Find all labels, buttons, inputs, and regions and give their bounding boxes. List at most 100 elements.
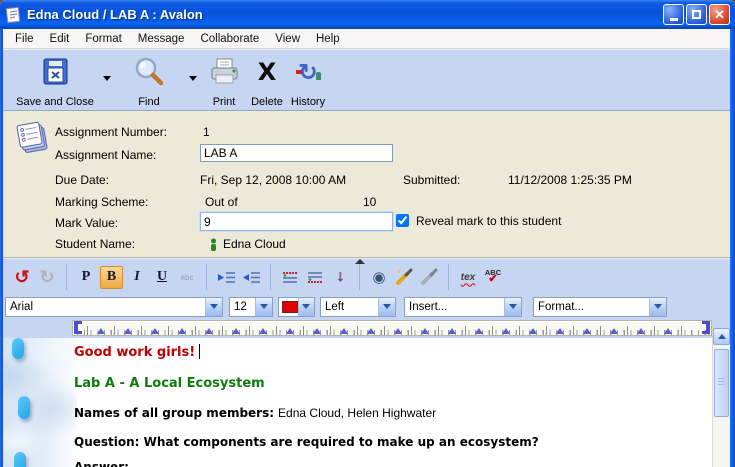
ruler-right-margin-marker[interactable] bbox=[702, 321, 710, 334]
stationery-capsule bbox=[12, 338, 24, 359]
ruler-left-margin-marker[interactable] bbox=[74, 321, 82, 334]
combo-arrow-icon[interactable] bbox=[504, 298, 521, 316]
window-title: Edna Cloud / LAB A : Avalon bbox=[27, 7, 661, 22]
save-and-close-button[interactable]: Save and Close bbox=[9, 54, 101, 108]
mark-value-input[interactable] bbox=[200, 212, 393, 231]
close-button[interactable]: ✕ bbox=[709, 4, 730, 25]
ruler-tabstop-marker[interactable] bbox=[367, 328, 375, 334]
ruler-tabstop-marker[interactable] bbox=[637, 328, 645, 334]
combo-arrow-icon[interactable] bbox=[255, 298, 272, 316]
ruler-tabstop-marker[interactable] bbox=[448, 328, 456, 334]
title-bar[interactable]: Edna Cloud / LAB A : Avalon ✕ bbox=[0, 0, 735, 29]
menu-view[interactable]: View bbox=[267, 31, 308, 47]
combo-arrow-icon[interactable] bbox=[298, 298, 314, 316]
answer-line: Answer: bbox=[74, 460, 129, 467]
insert-value: Insert... bbox=[405, 301, 504, 313]
assignment-name-input[interactable] bbox=[200, 144, 393, 162]
scrollbar-thumb[interactable] bbox=[714, 349, 729, 417]
spellcheck-button[interactable]: ABC ✔ bbox=[482, 265, 504, 289]
font-family-select[interactable]: Arial bbox=[5, 297, 223, 317]
ruler-tabstop-marker[interactable] bbox=[124, 328, 132, 334]
combo-arrow-icon[interactable] bbox=[205, 298, 222, 316]
ruler-tabstop-marker[interactable] bbox=[394, 328, 402, 334]
ruler-tabstop-marker[interactable] bbox=[610, 328, 618, 334]
save-and-close-label: Save and Close bbox=[16, 96, 94, 108]
indent-increase-icon bbox=[217, 270, 236, 285]
ruler-tabstop-marker[interactable] bbox=[340, 328, 348, 334]
ruler-tabstop-marker[interactable] bbox=[151, 328, 159, 334]
insert-line-below-button[interactable] bbox=[304, 265, 326, 289]
pane-splitter-arrow[interactable] bbox=[355, 259, 365, 264]
menu-format[interactable]: Format bbox=[77, 31, 129, 47]
reveal-mark-checkbox[interactable] bbox=[396, 214, 409, 227]
ruler-tabstop-marker[interactable] bbox=[664, 328, 672, 334]
indent-decrease-button[interactable] bbox=[240, 265, 262, 289]
copy-style-button[interactable] bbox=[393, 265, 415, 289]
copy-style-dropper-icon bbox=[395, 268, 413, 286]
menu-edit[interactable]: Edit bbox=[42, 31, 78, 47]
chevron-up-icon bbox=[718, 334, 726, 339]
font-color-select[interactable] bbox=[278, 297, 315, 317]
student-name-value[interactable]: Edna Cloud bbox=[223, 237, 286, 251]
menu-message[interactable]: Message bbox=[130, 31, 193, 47]
document-editor[interactable]: Good work girls! Lab A - A Local Ecosyst… bbox=[3, 338, 730, 467]
redo-button[interactable]: ↻ bbox=[36, 265, 58, 289]
ruler-tabstop-marker[interactable] bbox=[475, 328, 483, 334]
move-down-button[interactable]: ↓ bbox=[329, 265, 351, 289]
link-target-icon: ◉ bbox=[372, 268, 385, 286]
menu-file[interactable]: File bbox=[7, 31, 42, 47]
bold-button[interactable]: B bbox=[100, 266, 123, 289]
small-text-button[interactable]: abc bbox=[176, 265, 198, 289]
ruler-tabstop-marker[interactable] bbox=[421, 328, 429, 334]
find-menu-arrow[interactable] bbox=[189, 76, 197, 81]
vertical-scrollbar[interactable] bbox=[712, 328, 730, 467]
document-heading: Lab A - A Local Ecosystem bbox=[74, 376, 265, 391]
plain-style-button[interactable]: P bbox=[75, 265, 97, 289]
scroll-up-button[interactable] bbox=[713, 328, 730, 345]
combo-arrow-icon[interactable] bbox=[649, 298, 666, 316]
ruler-tabstop-marker[interactable] bbox=[313, 328, 321, 334]
ruler-tabstop-marker[interactable] bbox=[205, 328, 213, 334]
ruler-tabstop-marker[interactable] bbox=[286, 328, 294, 334]
link-target-button[interactable]: ◉ bbox=[368, 265, 390, 289]
history-button[interactable]: ↻ History bbox=[285, 54, 331, 108]
insert-line-above-button[interactable] bbox=[279, 265, 301, 289]
print-button[interactable]: Print bbox=[201, 54, 247, 108]
save-and-close-menu-arrow[interactable] bbox=[103, 76, 111, 81]
combo-arrow-icon[interactable] bbox=[378, 298, 395, 316]
delete-button[interactable]: X Delete bbox=[247, 54, 287, 108]
due-date-label: Due Date: bbox=[55, 173, 109, 187]
ruler-tabstop-marker[interactable] bbox=[529, 328, 537, 334]
toolbar-separator bbox=[359, 264, 360, 290]
italic-button[interactable]: I bbox=[126, 265, 148, 289]
apply-style-button[interactable] bbox=[418, 265, 440, 289]
font-size-select[interactable]: 12 bbox=[229, 297, 273, 317]
formatting-toolbar: ↺ ↻ P B I U abc bbox=[3, 258, 730, 295]
ruler-tabstop-marker[interactable] bbox=[583, 328, 591, 334]
menu-collaborate[interactable]: Collaborate bbox=[192, 31, 267, 47]
ruler-tabstop-marker[interactable] bbox=[232, 328, 240, 334]
minimize-button[interactable] bbox=[663, 4, 684, 25]
undo-button[interactable]: ↺ bbox=[11, 265, 33, 289]
maximize-button[interactable] bbox=[686, 4, 707, 25]
ruler-tabstop-marker[interactable] bbox=[97, 328, 105, 334]
signature-button[interactable]: tex bbox=[457, 265, 479, 289]
indent-increase-button[interactable] bbox=[215, 265, 237, 289]
window-document-icon bbox=[5, 7, 21, 23]
undo-icon: ↺ bbox=[14, 267, 29, 288]
signature-icon: tex bbox=[461, 272, 475, 283]
move-down-icon: ↓ bbox=[336, 268, 344, 286]
format-select[interactable]: Format... bbox=[533, 297, 667, 317]
ruler-tabstop-marker[interactable] bbox=[178, 328, 186, 334]
find-icon bbox=[133, 54, 165, 90]
alignment-select[interactable]: Left bbox=[320, 297, 396, 317]
find-button[interactable]: Find bbox=[119, 54, 179, 108]
ruler-tabstop-marker[interactable] bbox=[259, 328, 267, 334]
maximize-icon bbox=[692, 10, 701, 19]
ruler-tabstop-marker[interactable] bbox=[502, 328, 510, 334]
menu-help[interactable]: Help bbox=[308, 31, 348, 47]
ruler[interactable] bbox=[72, 320, 712, 336]
insert-select[interactable]: Insert... bbox=[404, 297, 522, 317]
underline-button[interactable]: U bbox=[151, 265, 173, 289]
ruler-tabstop-marker[interactable] bbox=[556, 328, 564, 334]
